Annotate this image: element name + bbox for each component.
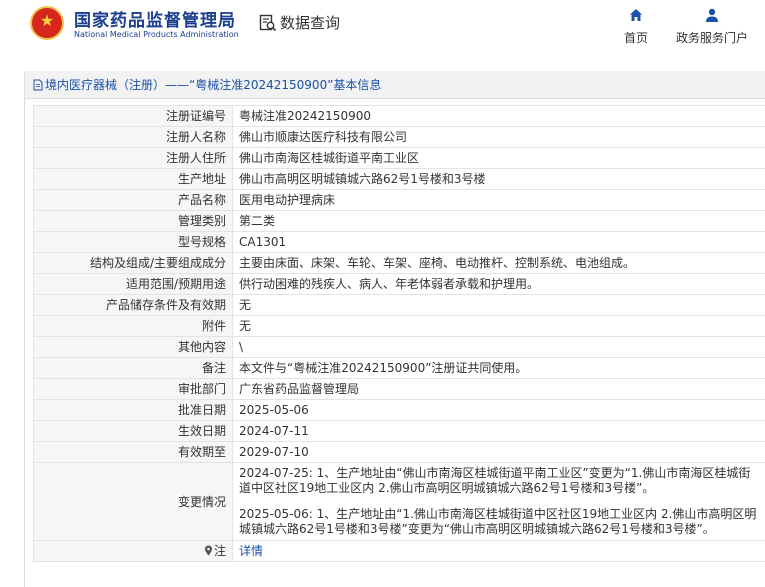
field-value: 本文件与“粤械注准20242150900”注册证共同使用。 — [232, 357, 765, 379]
field-value: 无 — [232, 294, 765, 316]
panel-title: 境内医疗器械（注册）——“粤械注准20242150900”基本信息 — [45, 78, 382, 92]
table-row: 生产地址 佛山市高明区明城镇城六路62号1号楼和3号楼 — [33, 168, 765, 190]
field-value: 医用电动护理病床 — [232, 189, 765, 211]
table-row: 有效期至 2029-07-10 — [33, 441, 765, 463]
note-label-cell: 注 — [33, 540, 233, 562]
brand-name-cn: 国家药品监督管理局 — [74, 11, 236, 31]
field-label: 管理类别 — [33, 210, 233, 232]
location-pin-icon — [204, 545, 212, 556]
note-label: 注 — [213, 544, 226, 558]
table-row: 管理类别 第二类 — [33, 210, 765, 232]
nav-home[interactable]: 首页 — [618, 7, 654, 46]
field-label: 生效日期 — [33, 420, 233, 442]
field-label: 产品储存条件及有效期 — [33, 294, 233, 316]
field-label: 生产地址 — [33, 168, 233, 190]
table-row: 产品名称 医用电动护理病床 — [33, 189, 765, 211]
change-history: 2024-07-25: 1、生产地址由“佛山市南海区桂城街道平南工业区”变更为“… — [232, 462, 765, 541]
field-label: 注册人名称 — [33, 126, 233, 148]
field-label: 注册人住所 — [33, 147, 233, 169]
table-row: 审批部门 广东省药品监督管理局 — [33, 378, 765, 400]
field-value: 第二类 — [232, 210, 765, 232]
search-document-icon — [259, 14, 277, 31]
table-row: 备注 本文件与“粤械注准20242150900”注册证共同使用。 — [33, 357, 765, 379]
document-icon — [33, 79, 43, 90]
field-label: 结构及组成/主要组成成分 — [33, 252, 233, 274]
field-value: 佛山市高明区明城镇城六路62号1号楼和3号楼 — [232, 168, 765, 190]
note-value: 详情 — [232, 540, 765, 562]
change-label: 变更情况 — [33, 462, 233, 541]
table-row: 注册证编号 粤械注准20242150900 — [33, 105, 765, 127]
user-icon — [706, 8, 718, 22]
data-query-title: 数据查询 — [259, 12, 340, 33]
change-entry: 2024-07-25: 1、生产地址由“佛山市南海区桂城街道平南工业区”变更为“… — [239, 466, 751, 495]
national-emblem-logo — [30, 6, 64, 40]
table-row: 注册人名称 佛山市顺康达医疗科技有限公司 — [33, 126, 765, 148]
field-value: 广东省药品监督管理局 — [232, 378, 765, 400]
table-row: 产品储存条件及有效期无 — [33, 294, 765, 316]
field-label: 型号规格 — [33, 231, 233, 253]
brand-name-en: National Medical Products Administration — [74, 30, 239, 39]
field-label: 备注 — [33, 357, 233, 379]
table-row: 适用范围/预期用途 供行动困难的残疾人、病人、年老体弱者承载和护理用。 — [33, 273, 765, 295]
field-label: 审批部门 — [33, 378, 233, 400]
field-value: 无 — [232, 315, 765, 337]
nav-gov-service-portal[interactable]: 政务服务门户 — [670, 7, 754, 46]
table-row: 批准日期 2025-05-06 — [33, 399, 765, 421]
field-value: 供行动困难的残疾人、病人、年老体弱者承载和护理用。 — [232, 273, 765, 295]
table-row: 附件无 — [33, 315, 765, 337]
field-label: 批准日期 — [33, 399, 233, 421]
nav-home-label: 首页 — [623, 31, 648, 45]
panel-header: 境内医疗器械（注册）——“粤械注准20242150900”基本信息 — [25, 71, 765, 99]
field-value: 主要由床面、床架、车轮、车架、座椅、电动推杆、控制系统、电池组成。 — [232, 252, 765, 274]
field-value: CA1301 — [232, 231, 765, 253]
field-value: 2024-07-11 — [232, 420, 765, 442]
field-label: 有效期至 — [33, 441, 233, 463]
field-label: 附件 — [33, 315, 233, 337]
table-row: 注册人住所 佛山市南海区桂城街道平南工业区 — [33, 147, 765, 169]
home-icon — [630, 9, 642, 21]
change-entry: 2025-05-06: 1、生产地址由“1.佛山市南海区桂城街道中区社区19地工… — [239, 507, 757, 536]
field-value: 粤械注准20242150900 — [232, 105, 765, 127]
field-label: 注册证编号 — [33, 105, 233, 127]
info-table: 注册证编号 粤械注准20242150900 注册人名称 佛山市顺康达医疗科技有限公司… — [33, 105, 765, 562]
table-row: 型号规格 CA1301 — [33, 231, 765, 253]
nav-gov-label: 政务服务门户 — [675, 31, 748, 45]
field-value: 2025-05-06 — [232, 399, 765, 421]
site-header: 国家药品监督管理局 National Medical Products Admi… — [0, 0, 765, 60]
detail-panel: 境内医疗器械（注册）——“粤械注准20242150900”基本信息 注册证编号粤… — [24, 71, 765, 587]
table-row: 结构及组成/主要组成成分 主要由床面、床架、车轮、车架、座椅、电动推杆、控制系统、… — [33, 252, 765, 274]
field-label: 适用范围/预期用途 — [33, 273, 233, 295]
field-value: 佛山市南海区桂城街道平南工业区 — [232, 147, 765, 169]
change-row: 变更情况 2024-07-25: 1、生产地址由“佛山市南海区桂城街道平南工业区… — [33, 462, 765, 541]
field-value: 2029-07-10 — [232, 441, 765, 463]
field-label: 产品名称 — [33, 189, 233, 211]
field-label: 其他内容 — [33, 336, 233, 358]
data-query-label: 数据查询 — [280, 14, 341, 32]
field-value: 佛山市顺康达医疗科技有限公司 — [232, 126, 765, 148]
detail-link[interactable]: 详情 — [239, 544, 263, 558]
field-value: \ — [232, 336, 765, 358]
note-row: 注 详情 — [33, 540, 765, 562]
table-row: 其他内容 \ — [33, 336, 765, 358]
table-row: 生效日期 2024-07-11 — [33, 420, 765, 442]
